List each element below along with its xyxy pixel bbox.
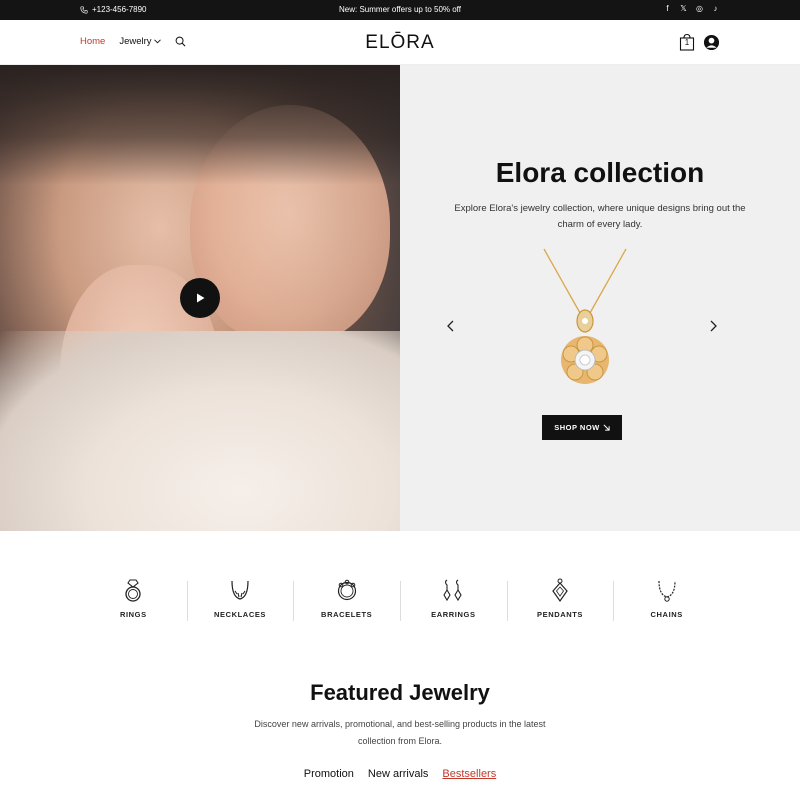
header-actions: 1	[679, 33, 720, 51]
shop-now-button[interactable]: SHOP NOW	[542, 415, 622, 440]
hero-model-image	[0, 65, 400, 531]
earrings-icon	[443, 579, 462, 602]
chain-icon	[658, 580, 676, 602]
x-icon[interactable]: 𝕏	[679, 4, 688, 14]
category-chains[interactable]: CHAINS	[613, 577, 720, 627]
bracelet-icon	[337, 579, 356, 601]
ring-icon	[125, 579, 141, 602]
pendant-product-image	[543, 248, 627, 384]
cart-count: 1	[684, 38, 690, 47]
hero-title: Elora collection	[495, 157, 705, 188]
category-bracelets[interactable]: BRACELETS	[293, 577, 400, 627]
featured-tabs: Promotion New arrivals Bestsellers	[0, 768, 800, 780]
category-label: BRACELETS	[321, 610, 373, 619]
shop-now-label: SHOP NOW	[554, 423, 600, 432]
category-label: EARRINGS	[431, 610, 476, 619]
carousel-prev-arrow[interactable]	[444, 319, 458, 333]
category-rings[interactable]: RINGS	[80, 577, 187, 627]
featured-title: Featured Jewelry	[310, 680, 490, 705]
category-necklaces[interactable]: NECKLACES	[186, 577, 294, 627]
announcement-bar: +123-456-7890 New: Summer offers up to 5…	[0, 0, 800, 20]
instagram-icon[interactable]: ◎	[695, 4, 704, 14]
tab-new-arrivals[interactable]: New arrivals	[368, 768, 429, 780]
carousel-next-arrow[interactable]	[706, 319, 720, 333]
featured-subtitle: Discover new arrivals, promotional, and …	[254, 719, 546, 746]
model-hair	[0, 65, 400, 185]
hero-section: Elora collection Explore Elora's jewelry…	[0, 65, 800, 531]
hero-content: Elora collection Explore Elora's jewelry…	[400, 65, 800, 531]
social-links: f 𝕏 ◎ ♪	[663, 4, 720, 14]
tiktok-icon[interactable]: ♪	[711, 4, 720, 14]
facebook-icon[interactable]: f	[663, 4, 672, 14]
video-play-button[interactable]	[180, 278, 220, 318]
category-label: PENDANTS	[536, 610, 584, 619]
tab-promotion[interactable]: Promotion	[304, 768, 354, 780]
pendant-icon	[552, 578, 568, 603]
fur-coat	[0, 331, 400, 531]
category-label: CHAINS	[650, 610, 683, 619]
cart-button[interactable]: 1	[679, 33, 695, 51]
account-icon[interactable]	[703, 34, 720, 51]
category-label: RINGS	[119, 610, 147, 619]
play-icon	[197, 293, 205, 303]
category-strip: RINGS NECKLACES BRACELETS EARRINGS PENDA…	[80, 577, 720, 627]
category-label: NECKLACES	[213, 610, 267, 619]
category-earrings[interactable]: EARRINGS	[400, 577, 507, 627]
necklace-icon	[231, 580, 249, 600]
category-pendants[interactable]: PENDANTS	[506, 577, 614, 627]
hero-subtitle: Explore Elora's jewelry collection, wher…	[454, 203, 746, 230]
tab-bestsellers[interactable]: Bestsellers	[442, 768, 496, 780]
arrow-down-right-icon	[603, 424, 610, 431]
site-header: Home Jewelry ELŌRA 1	[0, 20, 800, 65]
